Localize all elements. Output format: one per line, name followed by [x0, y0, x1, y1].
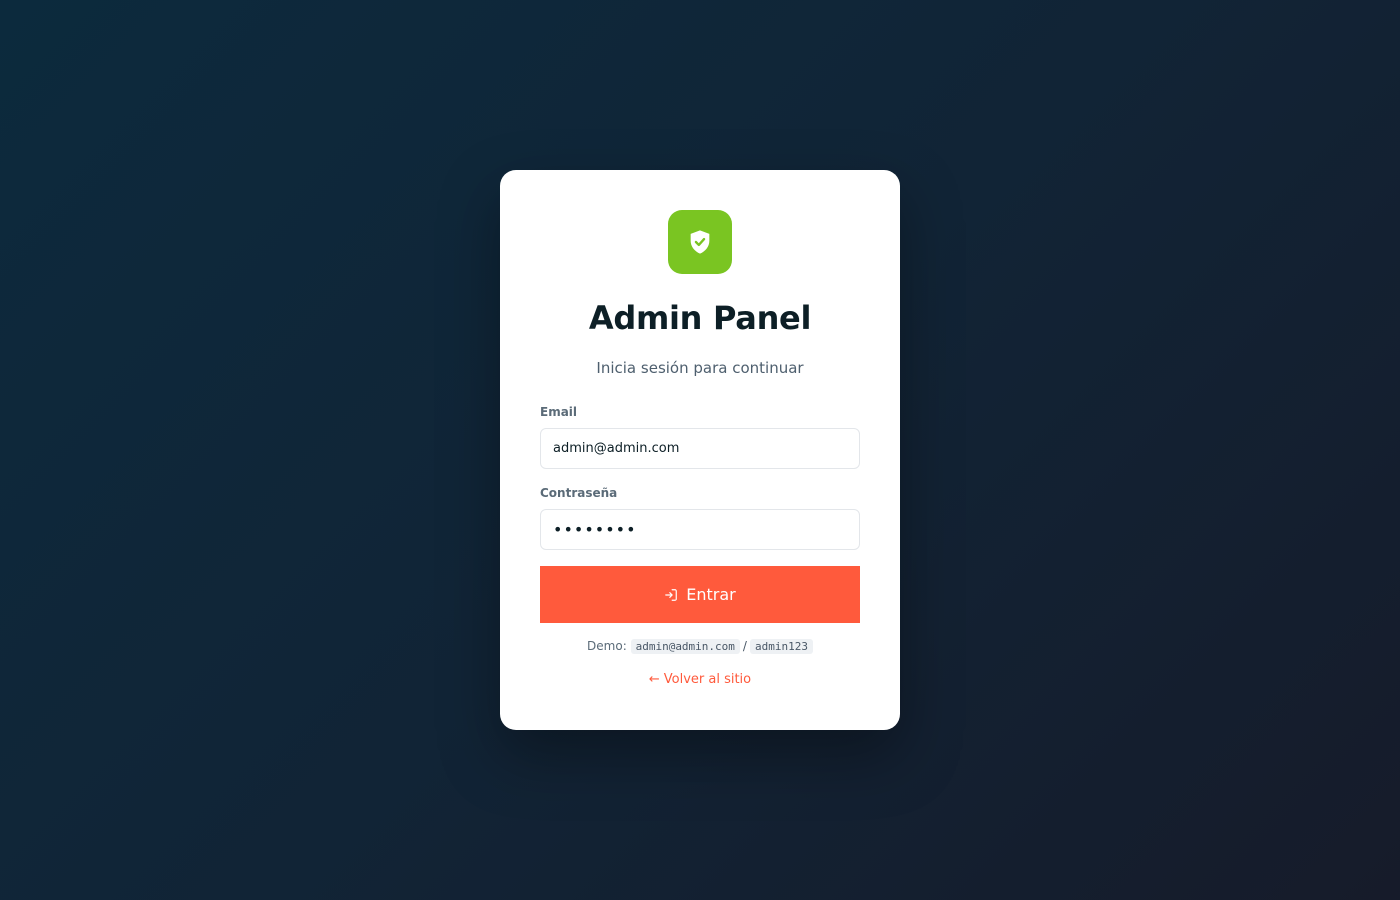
login-icon	[664, 588, 678, 602]
back-link-label: Volver al sitio	[663, 672, 752, 687]
demo-credentials: Demo: admin@admin.com / admin123	[500, 637, 900, 656]
email-label: Email	[540, 405, 578, 419]
back-link-row: ← Volver al sitio	[500, 671, 900, 689]
login-card: Admin Panel Inicia sesión para continuar…	[500, 170, 900, 730]
back-to-site-link[interactable]: ← Volver al sitio	[649, 672, 751, 687]
demo-prefix: Demo:	[587, 639, 627, 653]
demo-separator: /	[742, 639, 747, 653]
page-subtitle: Inicia sesión para continuar	[596, 359, 804, 377]
arrow-left-icon: ←	[648, 672, 660, 687]
password-label: Contraseña	[540, 486, 618, 500]
page-title: Admin Panel	[588, 299, 812, 337]
demo-password: admin123	[749, 639, 813, 654]
demo-email: admin@admin.com	[630, 639, 740, 654]
login-button-label: Entrar	[686, 585, 736, 604]
email-field[interactable]	[540, 428, 860, 469]
login-button[interactable]: Entrar	[540, 566, 860, 623]
shield-check-icon	[668, 210, 732, 274]
password-field[interactable]	[540, 509, 860, 550]
